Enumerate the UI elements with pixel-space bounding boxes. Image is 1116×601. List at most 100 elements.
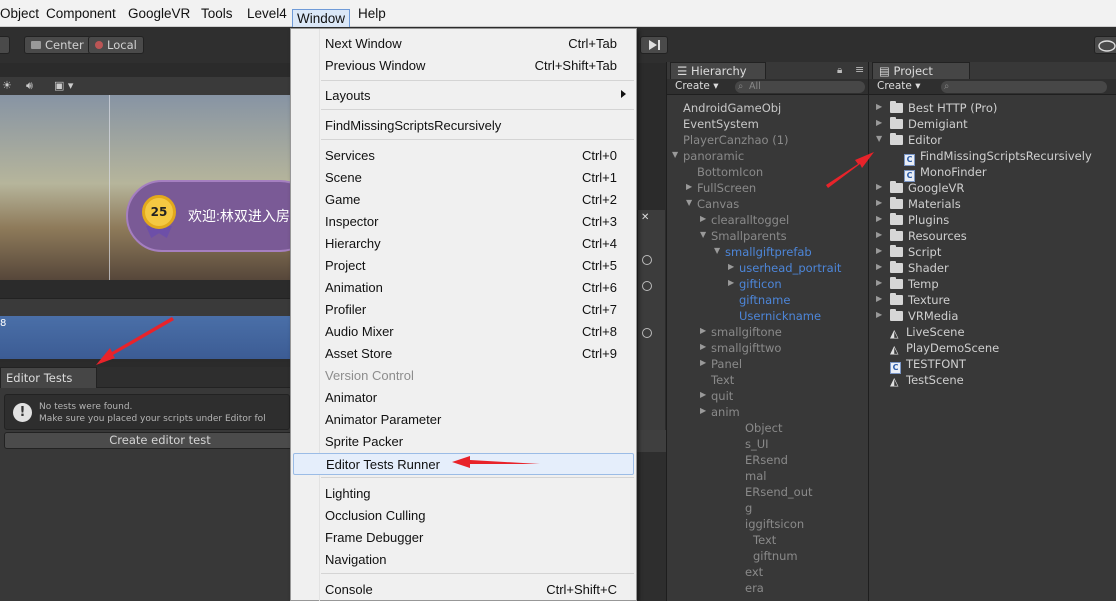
hierarchy-item[interactable]: era <box>745 580 764 596</box>
hierarchy-item[interactable]: AndroidGameObj <box>683 100 781 116</box>
tree-expand-arrow-icon[interactable]: ▶ <box>876 198 882 207</box>
project-item[interactable]: ◭ LiveScene <box>890 324 965 340</box>
step-button[interactable] <box>640 36 668 54</box>
hierarchy-item[interactable]: clearalltoggel <box>711 212 789 228</box>
tree-expand-arrow-icon[interactable]: ▶ <box>686 182 692 191</box>
hierarchy-item[interactable]: FullScreen <box>697 180 756 196</box>
menu-item[interactable]: Animation Ctrl+6 <box>293 277 634 299</box>
create-editor-test-button[interactable]: Create editor test <box>4 432 316 449</box>
close-icon[interactable]: ✕ <box>641 212 649 223</box>
menu-item[interactable]: Console Ctrl+Shift+C <box>293 579 634 601</box>
project-item[interactable]: Shader <box>890 260 949 276</box>
tree-expand-arrow-icon[interactable]: ▼ <box>700 230 706 239</box>
project-item[interactable]: Script <box>890 244 941 260</box>
tree-expand-arrow-icon[interactable]: ▶ <box>876 278 882 287</box>
tree-expand-arrow-icon[interactable]: ▶ <box>876 262 882 271</box>
menu-item[interactable]: Animator Parameter <box>293 409 634 431</box>
tree-expand-arrow-icon[interactable]: ▶ <box>876 230 882 239</box>
cloud-button[interactable] <box>1094 36 1116 54</box>
project-item[interactable]: C TESTFONT <box>890 356 966 374</box>
hierarchy-item[interactable]: anim <box>711 404 740 420</box>
tab-hierarchy[interactable]: ☰ Hierarchy <box>670 62 766 79</box>
tree-expand-arrow-icon[interactable]: ▶ <box>700 406 706 415</box>
project-item[interactable]: Texture <box>890 292 950 308</box>
menu-item[interactable]: Navigation <box>293 549 634 571</box>
menu-tools[interactable]: Tools <box>201 4 233 24</box>
menu-item[interactable]: Animator <box>293 387 634 409</box>
tree-expand-arrow-icon[interactable]: ▶ <box>700 326 706 335</box>
menu-item[interactable]: Scene Ctrl+1 <box>293 167 634 189</box>
pivot-center-button[interactable]: Center <box>24 36 91 54</box>
hierarchy-item[interactable]: smallgifttwo <box>711 340 781 356</box>
hierarchy-item[interactable]: Text <box>753 532 776 548</box>
tree-expand-arrow-icon[interactable]: ▶ <box>876 182 882 191</box>
hierarchy-item[interactable]: Text <box>711 372 734 388</box>
tree-expand-arrow-icon[interactable]: ▼ <box>714 246 720 255</box>
transform-tool-button[interactable] <box>0 36 10 54</box>
project-item[interactable]: Best HTTP (Pro) <box>890 100 997 116</box>
tree-expand-arrow-icon[interactable]: ▶ <box>876 102 882 111</box>
hierarchy-item[interactable]: g <box>745 500 752 516</box>
menu-item[interactable]: Next Window Ctrl+Tab <box>293 33 634 55</box>
radio-icon[interactable] <box>642 281 652 291</box>
project-item[interactable]: VRMedia <box>890 308 958 324</box>
game-view[interactable]: 8 <box>0 316 290 362</box>
menu-item[interactable]: Sprite Packer <box>293 431 634 453</box>
tree-expand-arrow-icon[interactable]: ▶ <box>700 214 706 223</box>
menu-item[interactable]: Asset Store Ctrl+9 <box>293 343 634 365</box>
project-item[interactable]: C MonoFinder <box>904 164 987 182</box>
project-item[interactable]: Editor <box>890 132 942 148</box>
hierarchy-item[interactable]: smallgiftone <box>711 324 782 340</box>
menu-item[interactable]: Inspector Ctrl+3 <box>293 211 634 233</box>
tree-expand-arrow-icon[interactable]: ▼ <box>876 134 882 143</box>
hierarchy-item[interactable]: Panel <box>711 356 742 372</box>
hierarchy-item[interactable]: Canvas <box>697 196 739 212</box>
hierarchy-item[interactable]: BottomIcon <box>697 164 763 180</box>
panel-menu-icon[interactable]: ≡ <box>855 63 864 76</box>
hierarchy-search-input[interactable]: ⌕ All <box>735 81 865 93</box>
hierarchy-item[interactable]: smallgiftprefab <box>725 244 812 260</box>
menu-item[interactable]: Services Ctrl+0 <box>293 145 634 167</box>
menu-item[interactable]: Layouts <box>293 85 634 107</box>
project-item[interactable]: Resources <box>890 228 967 244</box>
tree-expand-arrow-icon[interactable]: ▶ <box>700 342 706 351</box>
tree-expand-arrow-icon[interactable]: ▶ <box>728 278 734 287</box>
hierarchy-item[interactable]: ERsend_out <box>745 484 813 500</box>
hierarchy-item[interactable]: Smallparents <box>711 228 787 244</box>
tab-project[interactable]: ▤ Project <box>872 62 970 79</box>
menu-object[interactable]: Object <box>0 4 39 24</box>
menu-item[interactable]: Lighting <box>293 483 634 505</box>
hierarchy-create-dropdown[interactable]: Create ▾ <box>675 80 719 92</box>
hierarchy-item[interactable]: giftname <box>739 292 790 308</box>
hierarchy-item[interactable]: Object <box>745 420 782 436</box>
hierarchy-item[interactable]: quit <box>711 388 733 404</box>
tree-expand-arrow-icon[interactable]: ▶ <box>876 118 882 127</box>
menu-googlevr[interactable]: GoogleVR <box>128 4 190 24</box>
hierarchy-item[interactable]: giftnum <box>753 548 798 564</box>
image-effects-icon[interactable]: ▣ ▾ <box>54 78 73 94</box>
radio-icon[interactable] <box>642 255 652 265</box>
project-item[interactable]: ◭ PlayDemoScene <box>890 340 999 356</box>
sun-icon[interactable]: ☀ <box>2 78 12 94</box>
menu-item[interactable]: Hierarchy Ctrl+4 <box>293 233 634 255</box>
hierarchy-item[interactable]: ext <box>745 564 763 580</box>
menu-component[interactable]: Component <box>46 4 116 24</box>
project-create-dropdown[interactable]: Create ▾ <box>877 80 921 92</box>
project-search-input[interactable]: ⌕ <box>941 81 1107 93</box>
hierarchy-item[interactable]: iggiftsicon <box>745 516 804 532</box>
tab-editor-tests[interactable]: Editor Tests <box>0 367 97 388</box>
hierarchy-item[interactable]: PlayerCanzhao (1) <box>683 132 789 148</box>
tree-expand-arrow-icon[interactable]: ▼ <box>686 198 692 207</box>
project-item[interactable]: Plugins <box>890 212 949 228</box>
tree-expand-arrow-icon[interactable]: ▶ <box>876 310 882 319</box>
tree-expand-arrow-icon[interactable]: ▶ <box>876 246 882 255</box>
menu-item[interactable]: Previous Window Ctrl+Shift+Tab <box>293 55 634 77</box>
tree-expand-arrow-icon[interactable]: ▶ <box>876 214 882 223</box>
radio-icon[interactable] <box>642 328 652 338</box>
menu-item[interactable]: Project Ctrl+5 <box>293 255 634 277</box>
project-item[interactable]: Demigiant <box>890 116 968 132</box>
menu-item[interactable]: Audio Mixer Ctrl+8 <box>293 321 634 343</box>
hierarchy-item[interactable]: EventSystem <box>683 116 759 132</box>
hierarchy-item[interactable]: s_UI <box>745 436 769 452</box>
menu-item[interactable]: FindMissingScriptsRecursively <box>293 115 634 137</box>
